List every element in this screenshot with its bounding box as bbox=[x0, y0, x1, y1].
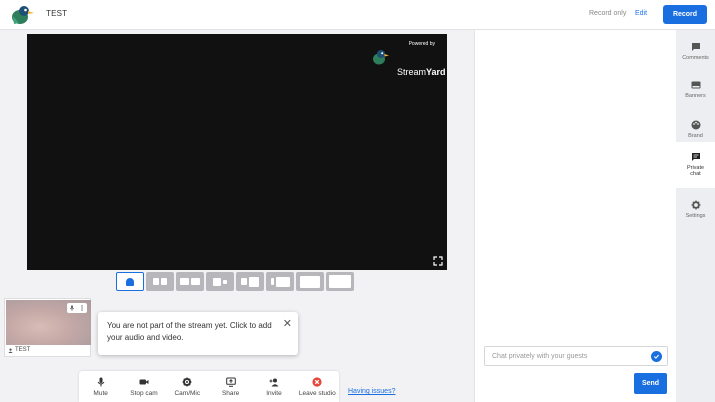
top-bar: TEST Record only Edit Record bbox=[0, 0, 715, 30]
sidebar-item-label: Comments bbox=[682, 55, 709, 61]
not-in-stream-tooltip: You are not part of the stream yet. Clic… bbox=[98, 312, 298, 355]
screen-box bbox=[249, 276, 259, 287]
camera-icon bbox=[139, 379, 149, 384]
fullscreen-icon[interactable] bbox=[433, 256, 443, 266]
right-sidebar: Comments Banners Brand Private chat Sett… bbox=[676, 30, 715, 402]
person-icon bbox=[153, 278, 159, 285]
streamyard-wordmark: StreamYard bbox=[397, 67, 446, 77]
person-icon bbox=[180, 278, 189, 285]
layout-screen-side-button[interactable] bbox=[266, 272, 294, 291]
chat-input[interactable]: Chat privately with your guests bbox=[484, 346, 668, 366]
streamyard-stage-logo-icon bbox=[373, 50, 389, 65]
close-icon[interactable]: ✕ bbox=[283, 316, 292, 333]
broadcast-title: TEST bbox=[46, 9, 68, 18]
private-chat-panel: Chat privately with your guests Send bbox=[474, 30, 676, 402]
having-issues-link[interactable]: Having issues? bbox=[348, 388, 395, 395]
camera-preview-tile[interactable]: TEST bbox=[4, 298, 91, 357]
leave-label: Leave studio bbox=[298, 389, 336, 397]
person-icon bbox=[161, 278, 167, 285]
send-button[interactable]: Send bbox=[634, 373, 667, 394]
person-icon bbox=[191, 278, 200, 285]
more-options-icon[interactable] bbox=[79, 305, 85, 311]
record-button[interactable]: Record bbox=[663, 5, 707, 24]
layout-screen-person-button[interactable] bbox=[236, 272, 264, 291]
invite-button[interactable]: Invite bbox=[254, 377, 294, 397]
sidebar-item-banners[interactable]: Banners bbox=[676, 70, 715, 114]
gear-icon bbox=[182, 377, 192, 386]
share-label: Share bbox=[221, 389, 240, 397]
layout-group-button[interactable] bbox=[176, 272, 204, 291]
wordmark-stream: Stream bbox=[397, 67, 427, 77]
screen-box bbox=[329, 275, 351, 288]
edit-link[interactable]: Edit bbox=[635, 10, 647, 17]
sidebar-item-label-line2: chat bbox=[690, 171, 701, 177]
wordmark-yard: Yard bbox=[426, 67, 446, 77]
leave-icon bbox=[312, 376, 322, 387]
cam-mic-settings-button[interactable]: Cam/Mic bbox=[167, 377, 207, 397]
gear-icon bbox=[691, 200, 700, 210]
stop-cam-label: Stop cam bbox=[130, 389, 158, 397]
mic-icon bbox=[97, 377, 105, 386]
add-person-icon bbox=[269, 378, 279, 386]
layout-solo-button[interactable] bbox=[116, 272, 144, 291]
sidebar-item-label: Settings bbox=[685, 213, 706, 219]
palette-icon bbox=[691, 120, 700, 130]
layout-screen-full-button[interactable] bbox=[326, 272, 354, 291]
layout-thin-button[interactable] bbox=[146, 272, 174, 291]
camera-name-text: TEST bbox=[15, 347, 31, 353]
stop-cam-button[interactable]: Stop cam bbox=[124, 377, 164, 397]
person-icon bbox=[223, 279, 227, 284]
studio-controls-bar: Mute Stop cam Cam/Mic Share Invite Leave… bbox=[79, 371, 339, 402]
sidebar-item-label: Banners bbox=[685, 93, 706, 99]
person-icon bbox=[213, 277, 221, 286]
sidebar-item-label: Brand bbox=[688, 133, 703, 139]
layout-selector bbox=[116, 272, 354, 291]
chat-icon bbox=[691, 153, 700, 161]
person-icon bbox=[126, 277, 134, 286]
share-screen-icon bbox=[225, 377, 236, 387]
person-icon bbox=[241, 278, 247, 285]
mic-icon[interactable] bbox=[69, 305, 75, 311]
invite-label: Invite bbox=[266, 389, 282, 397]
streamyard-logo-icon bbox=[12, 6, 34, 24]
screen-box bbox=[275, 276, 290, 287]
layout-screen-small-button[interactable] bbox=[296, 272, 324, 291]
leave-studio-button[interactable]: Leave studio bbox=[297, 376, 337, 397]
sidebar-item-settings[interactable]: Settings bbox=[676, 190, 715, 234]
person-icon bbox=[270, 278, 274, 285]
share-button[interactable]: Share bbox=[211, 377, 251, 397]
screen-box bbox=[300, 275, 320, 288]
camera-tile-controls bbox=[67, 303, 87, 313]
mute-label: Mute bbox=[93, 389, 108, 397]
layout-leader-button[interactable] bbox=[206, 272, 234, 291]
chat-placeholder: Chat privately with your guests bbox=[492, 353, 588, 360]
cam-mic-label: Cam/Mic bbox=[174, 389, 201, 397]
camera-name-label: TEST bbox=[8, 347, 30, 353]
person-icon bbox=[8, 347, 13, 353]
check-icon bbox=[651, 351, 662, 362]
comment-icon bbox=[691, 43, 700, 51]
mute-button[interactable]: Mute bbox=[81, 377, 121, 397]
powered-by-label: Powered by bbox=[408, 41, 435, 47]
record-only-label: Record only bbox=[589, 10, 627, 17]
banner-icon bbox=[691, 81, 700, 89]
tooltip-text: You are not part of the stream yet. Clic… bbox=[107, 321, 272, 342]
sidebar-item-private-chat[interactable]: Private chat bbox=[676, 142, 715, 188]
stage-canvas: Powered by StreamYard bbox=[27, 34, 447, 270]
